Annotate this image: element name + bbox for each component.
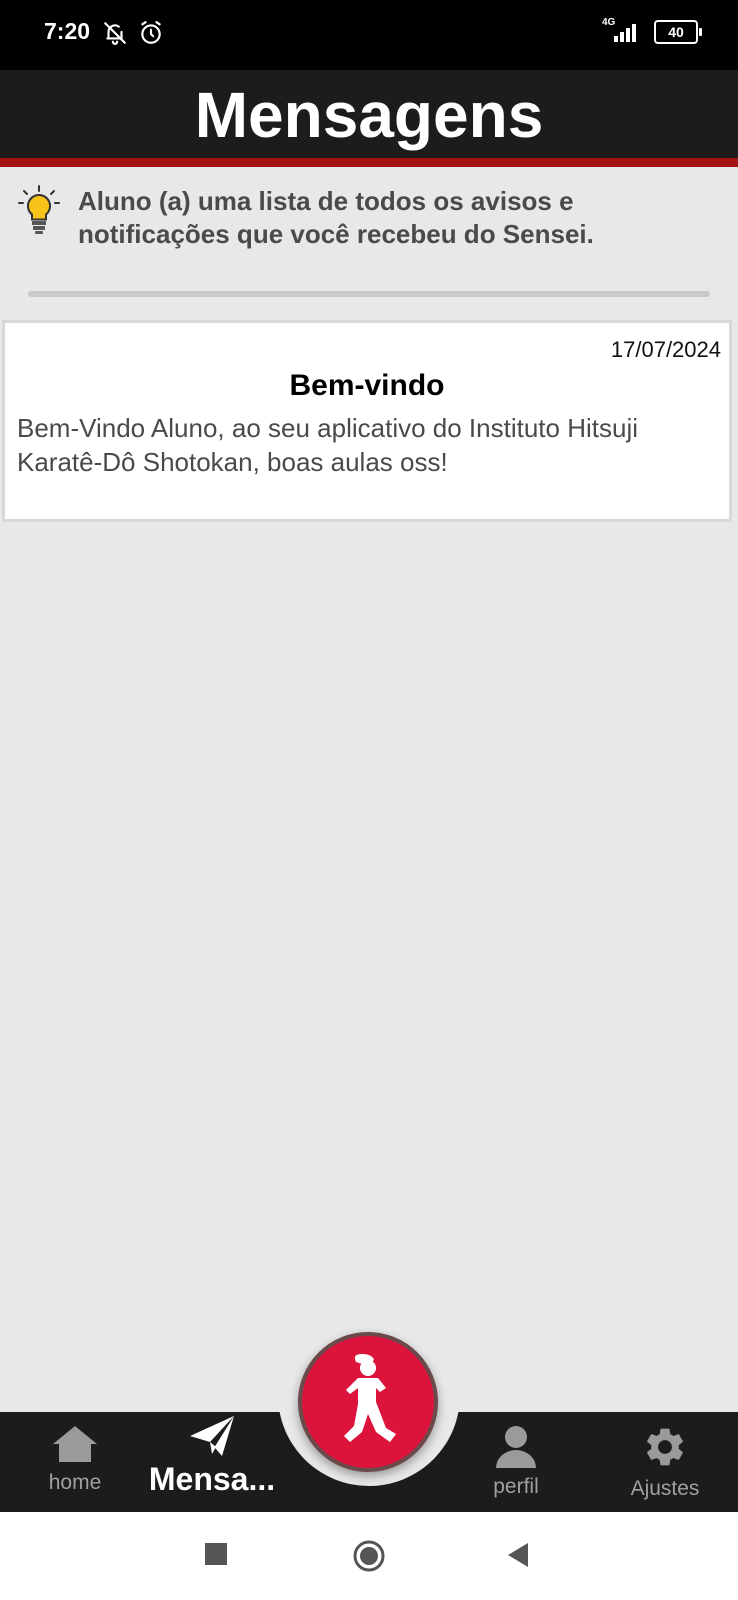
status-time: 7:20 [44, 18, 91, 44]
back-icon[interactable] [506, 1542, 530, 1573]
message-date: 17/07/2024 [610, 337, 721, 362]
message-title: Bem-vindo [289, 369, 445, 402]
recents-icon[interactable] [204, 1542, 228, 1571]
gear-icon [642, 1428, 688, 1474]
app-header: Mensagens [0, 70, 738, 167]
nav-settings-label: Ajustes [630, 1477, 700, 1500]
system-nav-bar [0, 1512, 738, 1600]
nav-messages[interactable]: Mensa... [144, 1414, 280, 1498]
message-card[interactable]: 17/07/2024 Bem-vindo Bem-Vindo Aluno, ao… [2, 320, 732, 522]
info-text: Aluno (a) uma lista de todos os avisos e… [78, 186, 594, 249]
message-body: Bem-Vindo Aluno, ao seu aplicativo do In… [17, 413, 638, 477]
divider [28, 291, 710, 297]
signal-icon: 4G [602, 17, 642, 43]
nav-profile[interactable]: perfil [480, 1424, 552, 1499]
karate-fab-button[interactable] [298, 1332, 438, 1472]
battery-icon: 40 [654, 20, 702, 44]
alarm-icon [138, 20, 164, 51]
nav-profile-label: perfil [493, 1475, 539, 1498]
nav-home[interactable]: home [40, 1424, 110, 1495]
lightbulb-icon [18, 185, 60, 240]
home-circle-icon[interactable] [352, 1539, 386, 1578]
network-type: 4G [602, 17, 616, 28]
nav-messages-label: Mensa... [148, 1461, 276, 1497]
status-bar: 7:20 4G 40 [0, 0, 738, 70]
person-icon [494, 1426, 538, 1472]
page-title: Mensagens [194, 79, 544, 151]
nav-settings[interactable]: Ajustes [620, 1424, 710, 1501]
nav-home-label: home [48, 1471, 102, 1494]
notifications-off-icon [102, 20, 128, 51]
paper-plane-icon [188, 1416, 236, 1462]
home-icon [51, 1426, 99, 1468]
